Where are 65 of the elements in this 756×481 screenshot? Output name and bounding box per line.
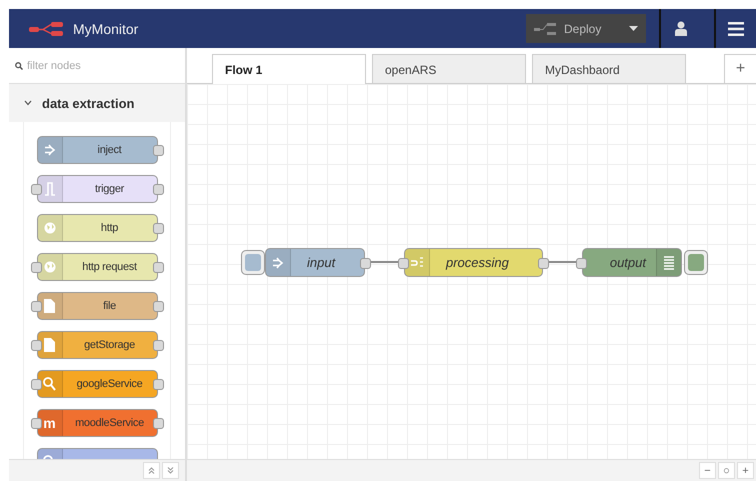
double-chevron-up-icon <box>148 467 155 474</box>
globe-icon <box>44 222 56 234</box>
palette-node[interactable]: file <box>36 292 158 320</box>
wire <box>548 261 577 263</box>
palette-node[interactable]: http request <box>36 253 158 281</box>
logo-icon: m <box>43 415 56 431</box>
add-tab-button[interactable]: + <box>724 54 756 83</box>
menu-icon <box>728 22 744 36</box>
input-port[interactable] <box>30 340 42 351</box>
palette-node[interactable]: inject <box>36 136 158 164</box>
app-title: MyMonitor <box>73 20 138 36</box>
function-icon <box>410 256 424 268</box>
list-icon <box>664 256 674 270</box>
output-port[interactable] <box>360 258 371 268</box>
file-icon <box>44 299 55 313</box>
caret-icon <box>629 26 638 31</box>
search-icon <box>15 62 23 70</box>
deploy-icon <box>534 22 556 34</box>
output-port[interactable] <box>152 145 164 156</box>
palette-node[interactable]: getStorage <box>36 331 158 359</box>
input-port[interactable] <box>30 262 42 273</box>
output-port[interactable] <box>538 258 549 268</box>
category-header[interactable]: data extraction <box>9 84 185 122</box>
output-port[interactable] <box>152 340 164 351</box>
scroll-down-button[interactable] <box>162 462 179 479</box>
output-port[interactable] <box>152 301 164 312</box>
deploy-button[interactable]: Deploy <box>526 14 646 43</box>
flow-node[interactable]: processing <box>404 248 543 277</box>
palette-node[interactable]: m moodleService <box>36 409 158 437</box>
input-port[interactable] <box>576 258 587 268</box>
category-label: data extraction <box>42 96 134 110</box>
input-port[interactable] <box>398 258 409 268</box>
zoom-out-button[interactable]: − <box>699 462 716 479</box>
palette-node[interactable]: http <box>36 214 158 242</box>
node-button[interactable] <box>684 250 708 275</box>
node-button[interactable] <box>241 250 265 275</box>
input-port[interactable] <box>30 184 42 195</box>
search-icon <box>43 377 56 391</box>
scroll-up-button[interactable] <box>143 462 160 479</box>
globe-icon <box>44 261 56 273</box>
flow-tab[interactable]: openARS <box>372 54 526 83</box>
flow-node[interactable]: input <box>265 248 365 277</box>
file-icon <box>44 338 55 352</box>
zoom-in-button[interactable]: + <box>737 462 754 479</box>
user-icon <box>675 21 687 36</box>
input-port[interactable] <box>30 418 42 429</box>
palette-node[interactable]: googleService <box>36 370 158 398</box>
output-port[interactable] <box>152 184 164 195</box>
pulse-icon <box>44 182 56 196</box>
flow-tab[interactable]: MyDashbaord <box>532 54 686 83</box>
output-port[interactable] <box>152 379 164 390</box>
flow-node[interactable]: output <box>582 248 682 277</box>
flow-tab[interactable]: Flow 1 <box>212 54 366 84</box>
palette-node[interactable]: trigger <box>36 175 158 203</box>
output-port[interactable] <box>152 223 164 234</box>
arrow-icon <box>44 144 56 156</box>
input-port[interactable] <box>30 301 42 312</box>
arrow-icon <box>272 256 284 268</box>
logo-icon <box>29 22 65 36</box>
output-port[interactable] <box>152 418 164 429</box>
wire <box>370 261 399 263</box>
double-chevron-down-icon <box>167 467 174 474</box>
zoom-reset-button[interactable]: ○ <box>718 462 735 479</box>
input-port[interactable] <box>30 379 42 390</box>
output-port[interactable] <box>152 262 164 273</box>
